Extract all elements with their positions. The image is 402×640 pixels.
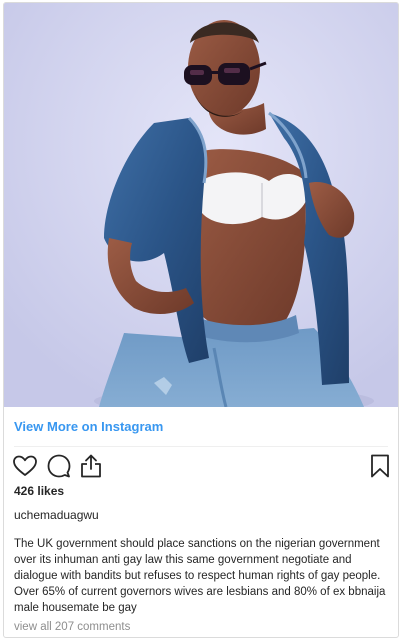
view-more-on-instagram-link[interactable]: View More on Instagram bbox=[14, 419, 163, 434]
action-bar bbox=[4, 453, 398, 483]
post-photo-illustration bbox=[4, 3, 398, 407]
share-icon[interactable] bbox=[78, 453, 104, 479]
username-link[interactable]: uchemaduagwu bbox=[14, 508, 99, 522]
instagram-embed: View More on Instagram 426 likes uchemad… bbox=[3, 2, 399, 638]
likes-count[interactable]: 426 likes bbox=[14, 484, 64, 498]
bookmark-icon[interactable] bbox=[367, 453, 393, 479]
divider bbox=[14, 446, 388, 447]
heart-icon[interactable] bbox=[12, 453, 38, 479]
view-all-comments-link[interactable]: view all 207 comments bbox=[14, 621, 130, 633]
comment-icon[interactable] bbox=[46, 453, 72, 479]
post-caption: The UK government should place sanctions… bbox=[14, 538, 386, 614]
post-photo[interactable] bbox=[4, 3, 398, 407]
